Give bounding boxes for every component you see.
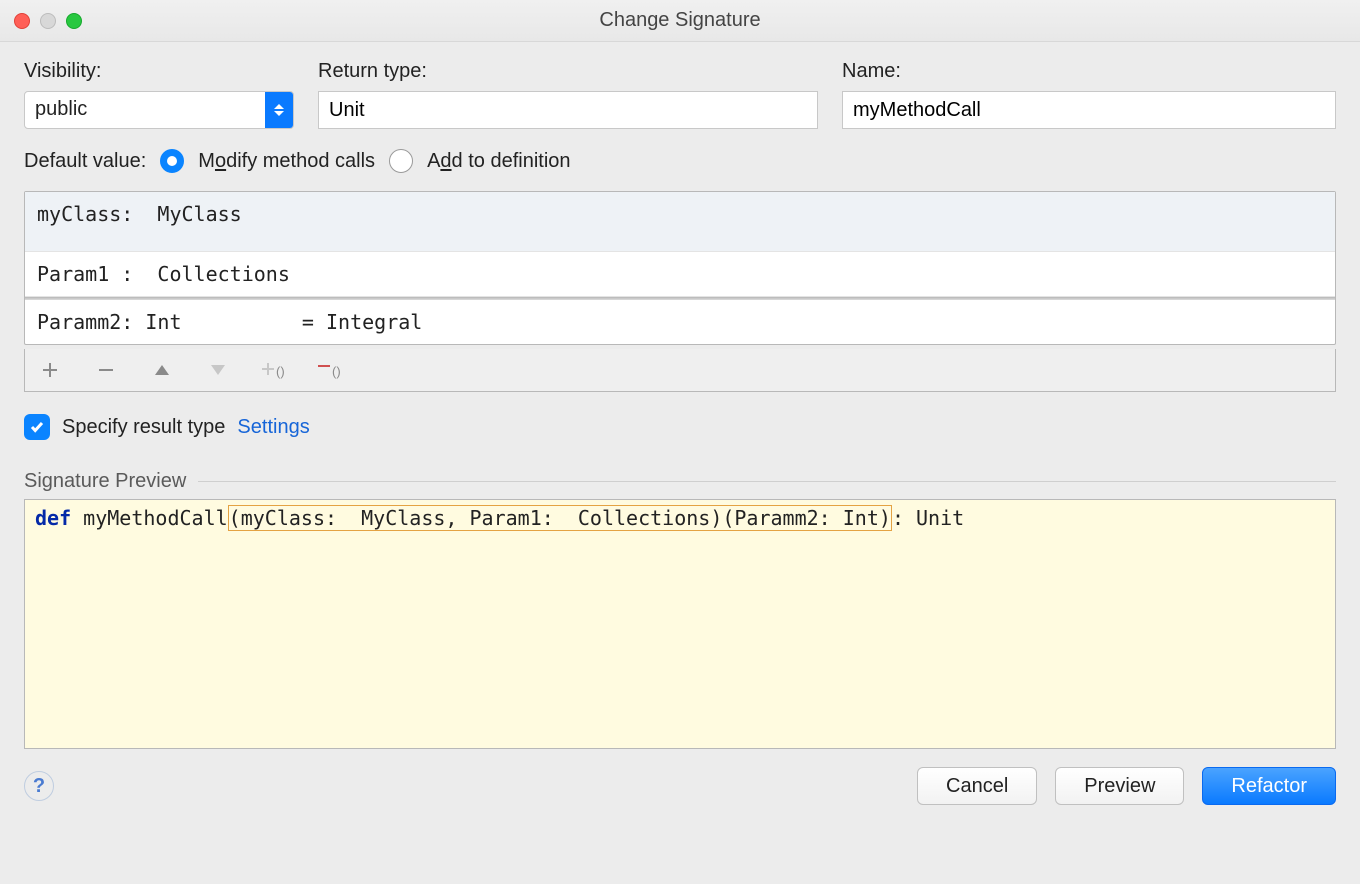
visibility-label: Visibility: — [24, 60, 294, 83]
signature-preview-label: Signature Preview — [24, 470, 186, 493]
return-type-field: Return type: — [318, 60, 818, 129]
dropdown-arrows-icon — [265, 92, 293, 128]
name-input[interactable] — [842, 91, 1336, 129]
preview-tail: : Unit — [892, 506, 964, 530]
name-field: Name: — [842, 60, 1336, 129]
parameter-row[interactable]: Param1 : Collections — [25, 252, 1335, 297]
settings-link[interactable]: Settings — [237, 416, 309, 439]
parameter-row[interactable]: myClass: MyClass — [25, 192, 1335, 252]
modify-method-calls-radio[interactable] — [160, 149, 184, 173]
signature-preview-pane: def myMethodCall(myClass: MyClass, Param… — [24, 499, 1336, 749]
add-to-definition-radio[interactable] — [389, 149, 413, 173]
modify-method-calls-label: Modify method calls — [198, 150, 375, 173]
parameter-row[interactable]: Paramm2: Int = Integral — [25, 300, 1335, 344]
move-up-button[interactable] — [149, 357, 175, 383]
refactor-button[interactable]: Refactor — [1202, 767, 1336, 805]
visibility-select[interactable]: public — [24, 91, 294, 129]
window-controls — [14, 13, 82, 29]
window-title: Change Signature — [14, 9, 1346, 32]
move-down-button[interactable] — [205, 357, 231, 383]
new-clause-button[interactable]: () — [261, 357, 287, 383]
keyword-def: def — [35, 506, 71, 530]
close-window-button[interactable] — [14, 13, 30, 29]
name-label: Name: — [842, 60, 1336, 83]
default-value-label: Default value: — [24, 150, 146, 173]
add-parameter-button[interactable] — [37, 357, 63, 383]
parameters-table[interactable]: myClass: MyClass Param1 : Collections Pa… — [24, 191, 1336, 345]
svg-text:(): () — [276, 364, 285, 379]
specify-result-type-label: Specify result type — [62, 416, 225, 439]
remove-parameter-button[interactable] — [93, 357, 119, 383]
separator-line — [198, 481, 1336, 482]
visibility-value: public — [25, 92, 265, 128]
preview-method-name: myMethodCall — [71, 506, 228, 530]
help-button[interactable]: ? — [24, 771, 54, 801]
parameters-toolbar: () () — [24, 349, 1336, 392]
preview-params-highlight: (myClass: MyClass, Param1: Collections)(… — [228, 505, 892, 531]
visibility-field: Visibility: public — [24, 60, 294, 129]
titlebar: Change Signature — [0, 0, 1360, 42]
svg-text:(): () — [332, 364, 341, 379]
return-type-input[interactable] — [318, 91, 818, 129]
preview-button[interactable]: Preview — [1055, 767, 1184, 805]
cancel-button[interactable]: Cancel — [917, 767, 1037, 805]
zoom-window-button[interactable] — [66, 13, 82, 29]
remove-clause-button[interactable]: () — [317, 357, 343, 383]
add-to-definition-label: Add to definition — [427, 150, 570, 173]
minimize-window-button[interactable] — [40, 13, 56, 29]
return-type-label: Return type: — [318, 60, 818, 83]
specify-result-type-checkbox[interactable] — [24, 414, 50, 440]
